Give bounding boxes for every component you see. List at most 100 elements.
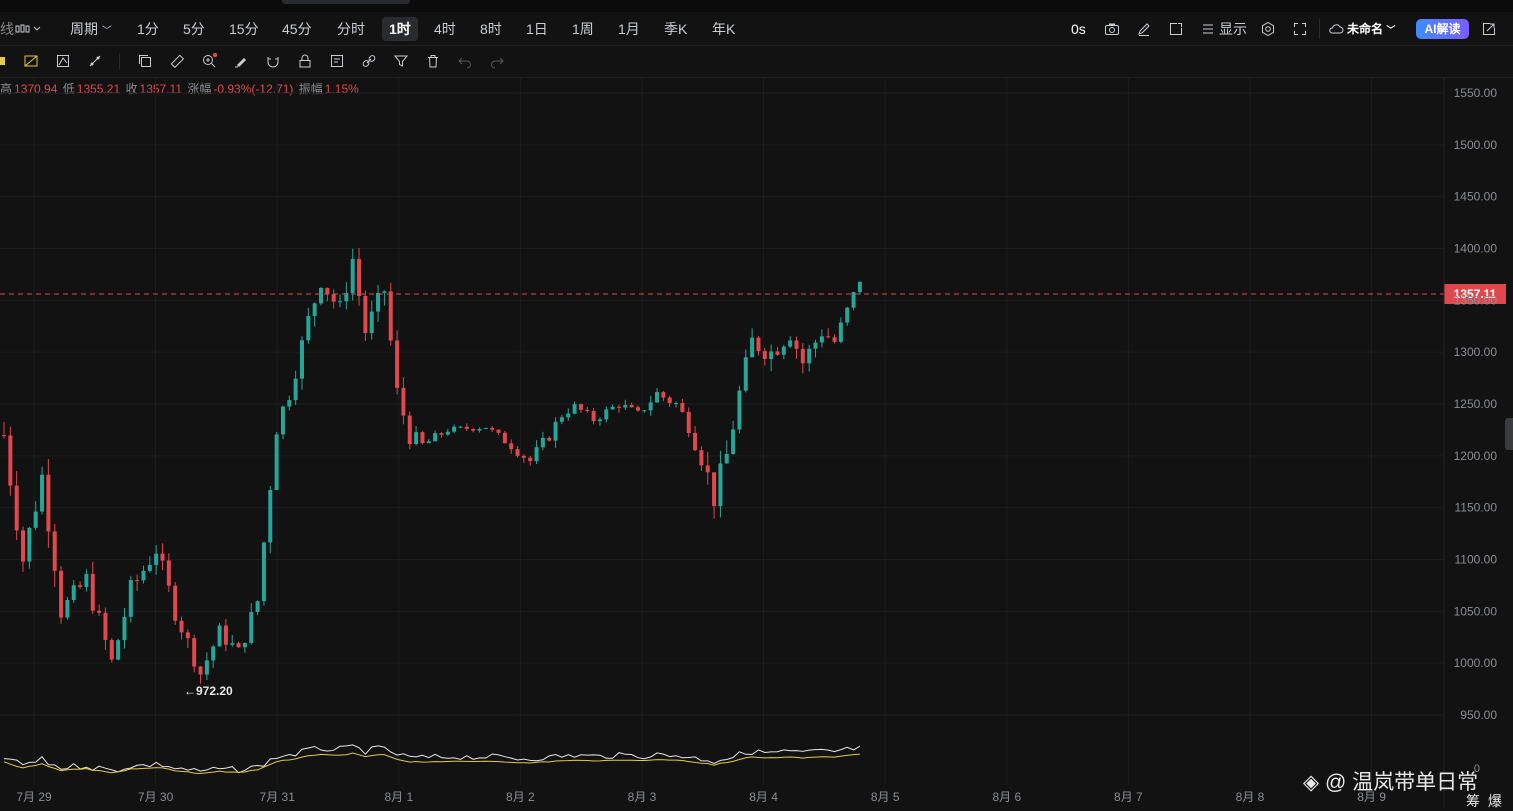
candle-body — [471, 428, 476, 431]
candle-body — [40, 474, 45, 512]
refresh-timer[interactable]: 0s — [1071, 13, 1086, 45]
candle-body — [781, 346, 786, 355]
candle-body — [756, 337, 761, 352]
trend-tool-icon[interactable] — [87, 53, 103, 69]
lock-icon[interactable] — [297, 53, 313, 69]
layout-name-menu[interactable]: 未命名 ﹀ — [1347, 13, 1395, 45]
display-menu[interactable]: 显示 — [1219, 13, 1247, 45]
pattern-tool-icon[interactable] — [55, 53, 71, 69]
y-tick-label: 1400.00 — [1454, 242, 1498, 256]
chart-type-icon[interactable] — [14, 21, 42, 37]
redo-icon[interactable] — [489, 53, 505, 69]
zoom-icon[interactable] — [201, 52, 218, 69]
candle-body — [642, 410, 647, 412]
candle-body — [255, 601, 260, 613]
candle-body — [331, 294, 336, 302]
candle-body — [712, 472, 717, 507]
candle-body — [813, 342, 818, 349]
change-label: 涨幅 — [187, 82, 212, 96]
undo-icon[interactable] — [457, 53, 473, 69]
trash-icon[interactable] — [425, 53, 441, 69]
edit-list-icon[interactable] — [329, 53, 345, 69]
candle-body — [369, 311, 374, 334]
tab-8h[interactable]: 8时 — [480, 13, 502, 45]
candle-body — [540, 437, 545, 448]
candle-body — [515, 449, 520, 456]
share-icon[interactable] — [1481, 21, 1497, 37]
display-list-icon[interactable] — [1200, 21, 1216, 37]
tab-year[interactable]: 年K — [712, 13, 735, 45]
candle-body — [458, 426, 463, 428]
candle-body — [559, 417, 564, 422]
tab-1w[interactable]: 1周 — [572, 13, 594, 45]
camera-icon[interactable] — [1104, 21, 1120, 37]
candle-body — [553, 421, 558, 441]
cut-tool-icon[interactable] — [0, 53, 6, 69]
candle-body — [464, 426, 469, 429]
price-chart[interactable]: 1357.11 ← 972.20 0 1550.001500.001450.00… — [0, 0, 1513, 808]
candle-body — [407, 415, 412, 445]
candle-body — [59, 570, 64, 618]
tab-5m[interactable]: 5分 — [183, 13, 205, 45]
candle-body — [502, 432, 507, 444]
pencil-icon[interactable] — [1136, 21, 1152, 37]
candle-body — [807, 348, 812, 364]
tab-1h[interactable]: 1时 — [382, 17, 418, 41]
amplitude-label: 振幅 — [298, 82, 323, 96]
candle-body — [319, 287, 323, 304]
candle-body — [509, 443, 514, 450]
candle-body — [585, 409, 590, 411]
x-tick-label: 8月 5 — [871, 790, 900, 804]
y-axis[interactable]: 1550.00 1500.00 1450.00 1400.00 1350.00 1300.… — [1443, 78, 1498, 808]
tab-1d[interactable]: 1日 — [526, 13, 548, 45]
chart-grid — [0, 78, 1444, 785]
export-icon[interactable] — [1168, 21, 1184, 37]
y-tick-label: 1350.00 — [1454, 293, 1498, 307]
ruler-icon[interactable] — [169, 53, 185, 69]
x-tick-label: 8月 7 — [1114, 790, 1143, 804]
candle-body — [173, 585, 178, 621]
window-drag-pill[interactable] — [282, 0, 410, 4]
tab-45m[interactable]: 45分 — [282, 13, 312, 45]
candle-body — [731, 429, 736, 454]
copy-icon[interactable] — [137, 53, 153, 69]
candle-body — [445, 431, 450, 435]
x-tick-label: 7月 31 — [260, 790, 296, 804]
candle-body — [648, 402, 653, 411]
candle-body — [490, 427, 495, 430]
link-icon[interactable] — [361, 53, 377, 69]
candle-body — [661, 392, 666, 398]
candle-body — [65, 599, 70, 618]
candle-body — [794, 340, 799, 349]
ai-analysis-button[interactable]: AI解读 — [1416, 19, 1469, 39]
candle-body — [547, 437, 552, 441]
fib-tool-icon[interactable] — [23, 53, 39, 69]
low-value: 1355.21 — [76, 82, 121, 96]
tab-1m[interactable]: 1分 — [137, 13, 159, 45]
candle-body — [376, 292, 381, 312]
window-top-strip — [0, 0, 1513, 12]
tab-timeshare[interactable]: 分时 — [337, 13, 365, 45]
x-axis[interactable]: 7月 29 7月 30 7月 31 8月 1 8月 2 8月 3 8月 4 8月 5 8月 6 8… — [16, 790, 1386, 804]
settings-icon[interactable] — [1260, 21, 1276, 37]
filter-icon[interactable] — [393, 53, 409, 69]
fullscreen-icon[interactable] — [1292, 21, 1308, 37]
low-arrow: ← — [184, 684, 196, 698]
magnet-icon[interactable] — [265, 53, 281, 69]
candle-body — [623, 404, 628, 408]
candle-body — [223, 625, 228, 645]
tab-quarter[interactable]: 季K — [664, 13, 687, 45]
cloud-icon — [1328, 21, 1344, 37]
volume-ma-line — [3, 752, 860, 775]
candle-body — [578, 404, 583, 410]
brush-icon[interactable] — [233, 53, 249, 69]
period-menu[interactable]: 周期 ﹀ — [70, 13, 112, 45]
tab-15m[interactable]: 15分 — [229, 13, 259, 45]
diamond-logo-icon: ◈ — [1303, 771, 1320, 794]
tab-1mo[interactable]: 1月 — [618, 13, 640, 45]
divider — [1319, 19, 1320, 39]
panel-toggle-handle[interactable] — [1505, 418, 1513, 450]
tab-4h[interactable]: 4时 — [434, 13, 456, 45]
candle-body — [192, 638, 197, 667]
candle-body — [27, 527, 32, 562]
